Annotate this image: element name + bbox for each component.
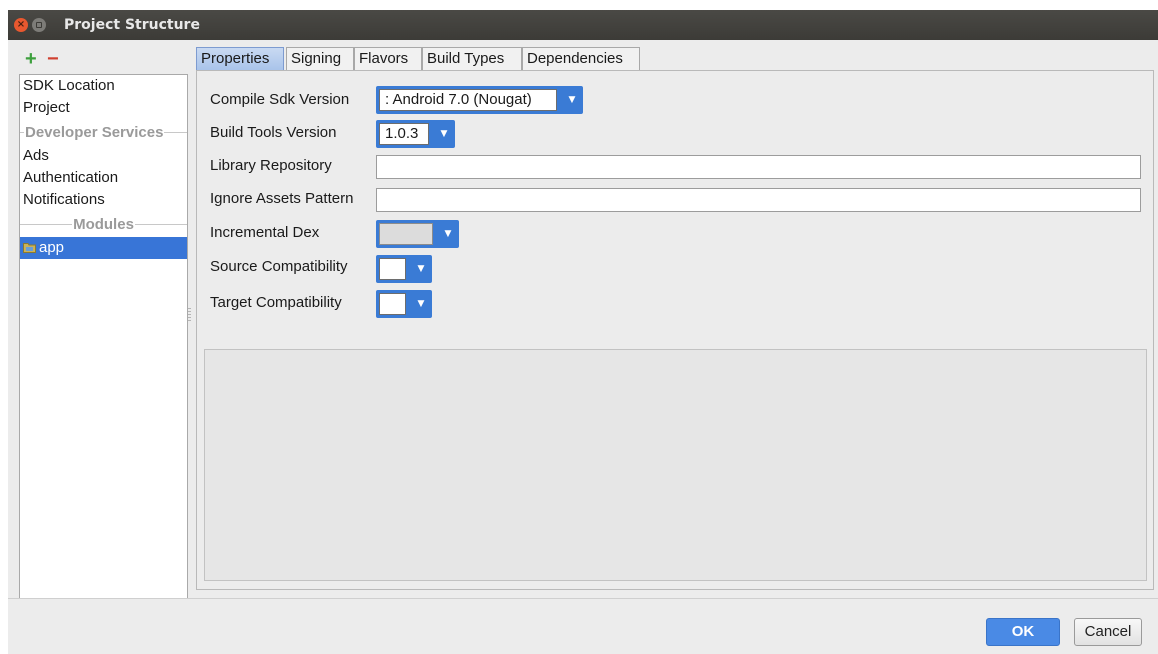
build-tools-label: Build Tools Version xyxy=(210,124,337,141)
compile-sdk-combo[interactable]: : Android 7.0 (Nougat) ▼ xyxy=(376,86,583,114)
sidebar-item-notifications[interactable]: Notifications xyxy=(22,189,105,211)
project-structure-dialog: × Project Structure + − SDK Location Pro… xyxy=(8,10,1158,654)
modules-header: Modules xyxy=(20,213,187,235)
tab-build-types[interactable]: Build Types xyxy=(422,47,522,70)
library-repository-input[interactable] xyxy=(376,155,1141,179)
sidebar-list: SDK Location Project Developer Services … xyxy=(19,74,188,599)
tab-signing[interactable]: Signing xyxy=(286,47,354,70)
separator-line xyxy=(134,223,187,225)
chevron-down-icon[interactable]: ▼ xyxy=(437,220,459,248)
target-compatibility-combo[interactable]: ▼ xyxy=(376,290,432,318)
sidebar-item-app[interactable]: app xyxy=(20,237,187,259)
separator-line xyxy=(164,131,187,133)
cancel-button[interactable]: Cancel xyxy=(1074,618,1142,646)
ok-button[interactable]: OK xyxy=(986,618,1060,646)
close-window-icon[interactable]: × xyxy=(14,18,28,32)
compile-sdk-value[interactable]: : Android 7.0 (Nougat) xyxy=(379,89,557,111)
separator-line xyxy=(20,223,73,225)
chevron-down-icon[interactable]: ▼ xyxy=(410,255,432,283)
add-icon[interactable]: + xyxy=(25,49,37,69)
chevron-down-icon[interactable]: ▼ xyxy=(561,86,583,114)
tab-dependencies[interactable]: Dependencies xyxy=(522,47,640,70)
incremental-dex-combo[interactable]: ▼ xyxy=(376,220,459,248)
modules-label: Modules xyxy=(73,215,134,233)
chevron-down-icon[interactable]: ▼ xyxy=(410,290,432,318)
module-folder-icon xyxy=(23,243,36,253)
minimize-window-icon[interactable] xyxy=(32,18,46,32)
chevron-down-icon[interactable]: ▼ xyxy=(433,120,455,148)
compile-sdk-label: Compile Sdk Version xyxy=(210,91,350,108)
ignore-assets-pattern-input[interactable] xyxy=(376,188,1141,212)
target-compatibility-value[interactable] xyxy=(379,293,406,315)
library-repository-label: Library Repository xyxy=(210,157,332,174)
sidebar-item-ads[interactable]: Ads xyxy=(22,145,49,167)
ignore-assets-pattern-label: Ignore Assets Pattern xyxy=(210,190,354,207)
incremental-dex-value[interactable] xyxy=(379,223,433,245)
window-title: Project Structure xyxy=(64,17,200,33)
remove-icon[interactable]: − xyxy=(47,49,59,69)
sidebar-item-project[interactable]: Project xyxy=(22,97,70,119)
source-compatibility-label: Source Compatibility xyxy=(210,258,348,275)
footer-divider xyxy=(8,598,1158,599)
source-compatibility-value[interactable] xyxy=(379,258,406,280)
developer-services-label: Developer Services xyxy=(25,123,164,141)
tab-flavors[interactable]: Flavors xyxy=(354,47,422,70)
build-tools-value[interactable]: 1.0.3 xyxy=(379,123,429,145)
panel-splitter-handle[interactable] xyxy=(188,308,191,322)
sidebar-item-sdk-location[interactable]: SDK Location xyxy=(22,75,115,97)
details-area xyxy=(204,349,1147,581)
incremental-dex-label: Incremental Dex xyxy=(210,224,320,241)
title-bar: × Project Structure xyxy=(8,10,1158,40)
sidebar-item-authentication[interactable]: Authentication xyxy=(22,167,118,189)
tab-properties[interactable]: Properties xyxy=(196,47,284,70)
source-compatibility-combo[interactable]: ▼ xyxy=(376,255,432,283)
build-tools-combo[interactable]: 1.0.3 ▼ xyxy=(376,120,455,148)
developer-services-header: Developer Services xyxy=(20,121,187,143)
target-compatibility-label: Target Compatibility xyxy=(210,294,342,311)
sidebar-item-label: app xyxy=(39,239,65,256)
